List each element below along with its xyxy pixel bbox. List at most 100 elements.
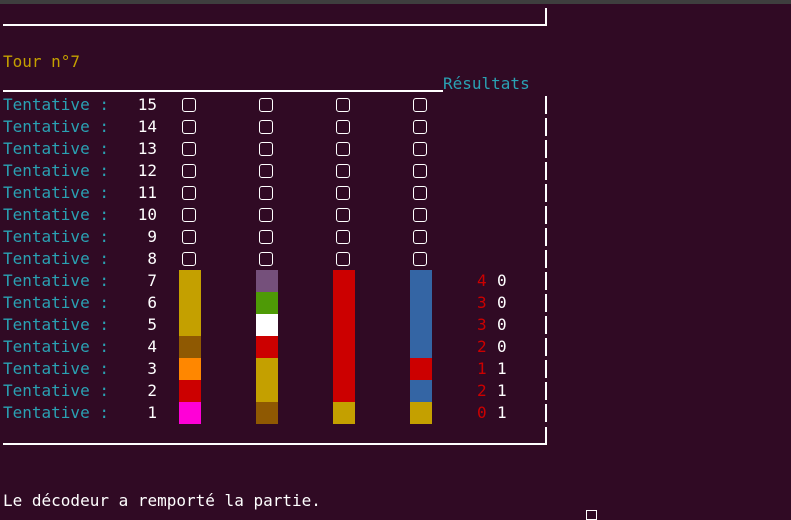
board-right-border (545, 360, 547, 378)
attempt-number: 4 (147, 337, 157, 356)
attempt-label: Tentative : (3, 293, 109, 312)
board-bottom-rule (3, 443, 546, 445)
attempt-number: 13 (137, 139, 157, 158)
board-right-border (545, 118, 547, 136)
result-misplaced: 1 (497, 359, 507, 378)
empty-slot (336, 208, 350, 222)
empty-slot (259, 252, 273, 266)
board-top-rule-end (545, 8, 547, 26)
attempt-label: Tentative : (3, 95, 109, 114)
empty-slot (182, 186, 196, 200)
empty-slot (336, 230, 350, 244)
empty-slot (336, 252, 350, 266)
result-misplaced: 1 (497, 381, 507, 400)
window-top-edge (0, 0, 791, 4)
board-right-border (545, 96, 547, 114)
peg-yellow (256, 358, 278, 380)
status-message: Le décodeur a remporté la partie. (3, 491, 321, 510)
result-misplaced: 0 (497, 293, 507, 312)
attempt-label: Tentative : (3, 161, 109, 180)
peg-red (256, 336, 278, 358)
empty-slot (182, 252, 196, 266)
attempt-number: 6 (147, 293, 157, 312)
empty-slot (259, 142, 273, 156)
empty-slot (336, 120, 350, 134)
empty-slot (182, 120, 196, 134)
result-well-placed: 2 (477, 337, 487, 356)
peg-blue (410, 336, 432, 358)
peg-red (179, 380, 201, 402)
attempt-number: 1 (147, 403, 157, 422)
attempt-number: 11 (137, 183, 157, 202)
empty-slot (182, 164, 196, 178)
board-right-border (545, 206, 547, 224)
board-right-border (545, 162, 547, 180)
turn-label: Tour n°7 (3, 52, 81, 71)
board-right-border (545, 250, 547, 268)
peg-brown (256, 402, 278, 424)
attempt-number: 10 (137, 205, 157, 224)
attempt-label: Tentative : (3, 315, 109, 334)
peg-blue (410, 314, 432, 336)
empty-slot (336, 142, 350, 156)
attempt-label: Tentative : (3, 139, 109, 158)
peg-purple (256, 270, 278, 292)
attempt-label: Tentative : (3, 403, 109, 422)
attempt-label: Tentative : (3, 117, 109, 136)
attempt-label: Tentative : (3, 381, 109, 400)
empty-slot (413, 230, 427, 244)
peg-white (256, 314, 278, 336)
empty-slot (182, 208, 196, 222)
board-right-border (545, 184, 547, 202)
peg-magenta (179, 402, 201, 424)
empty-slot (413, 186, 427, 200)
peg-blue (410, 292, 432, 314)
empty-slot (413, 142, 427, 156)
board-top-rule (3, 24, 546, 26)
peg-blue (410, 380, 432, 402)
attempt-number: 5 (147, 315, 157, 334)
empty-slot (413, 120, 427, 134)
board-right-border (545, 140, 547, 158)
peg-green (256, 292, 278, 314)
empty-slot (413, 98, 427, 112)
peg-yellow (179, 292, 201, 314)
terminal-cursor (586, 510, 597, 520)
peg-red (333, 358, 355, 380)
result-well-placed: 3 (477, 293, 487, 312)
empty-slot (259, 186, 273, 200)
attempt-label: Tentative : (3, 337, 109, 356)
empty-slot (259, 120, 273, 134)
board-right-border (545, 294, 547, 312)
empty-slot (259, 98, 273, 112)
empty-slot (182, 142, 196, 156)
empty-slot (182, 98, 196, 112)
result-well-placed: 0 (477, 403, 487, 422)
peg-red (333, 380, 355, 402)
result-misplaced: 0 (497, 271, 507, 290)
attempt-label: Tentative : (3, 271, 109, 290)
attempt-label: Tentative : (3, 249, 109, 268)
attempt-number: 15 (137, 95, 157, 114)
empty-slot (336, 164, 350, 178)
result-well-placed: 4 (477, 271, 487, 290)
attempt-label: Tentative : (3, 227, 109, 246)
peg-yellow (256, 380, 278, 402)
peg-brown (179, 336, 201, 358)
board-right-border (545, 382, 547, 400)
empty-slot (336, 98, 350, 112)
peg-orange (179, 358, 201, 380)
attempt-number: 12 (137, 161, 157, 180)
attempt-label: Tentative : (3, 183, 109, 202)
empty-slot (182, 230, 196, 244)
board-right-border (545, 316, 547, 334)
attempt-label: Tentative : (3, 205, 109, 224)
peg-red (333, 270, 355, 292)
board-right-border (545, 272, 547, 290)
board-right-border (545, 338, 547, 356)
board-right-border (545, 228, 547, 246)
attempt-number: 7 (147, 271, 157, 290)
peg-red (333, 292, 355, 314)
peg-yellow (410, 402, 432, 424)
board-header-rule (3, 90, 443, 92)
